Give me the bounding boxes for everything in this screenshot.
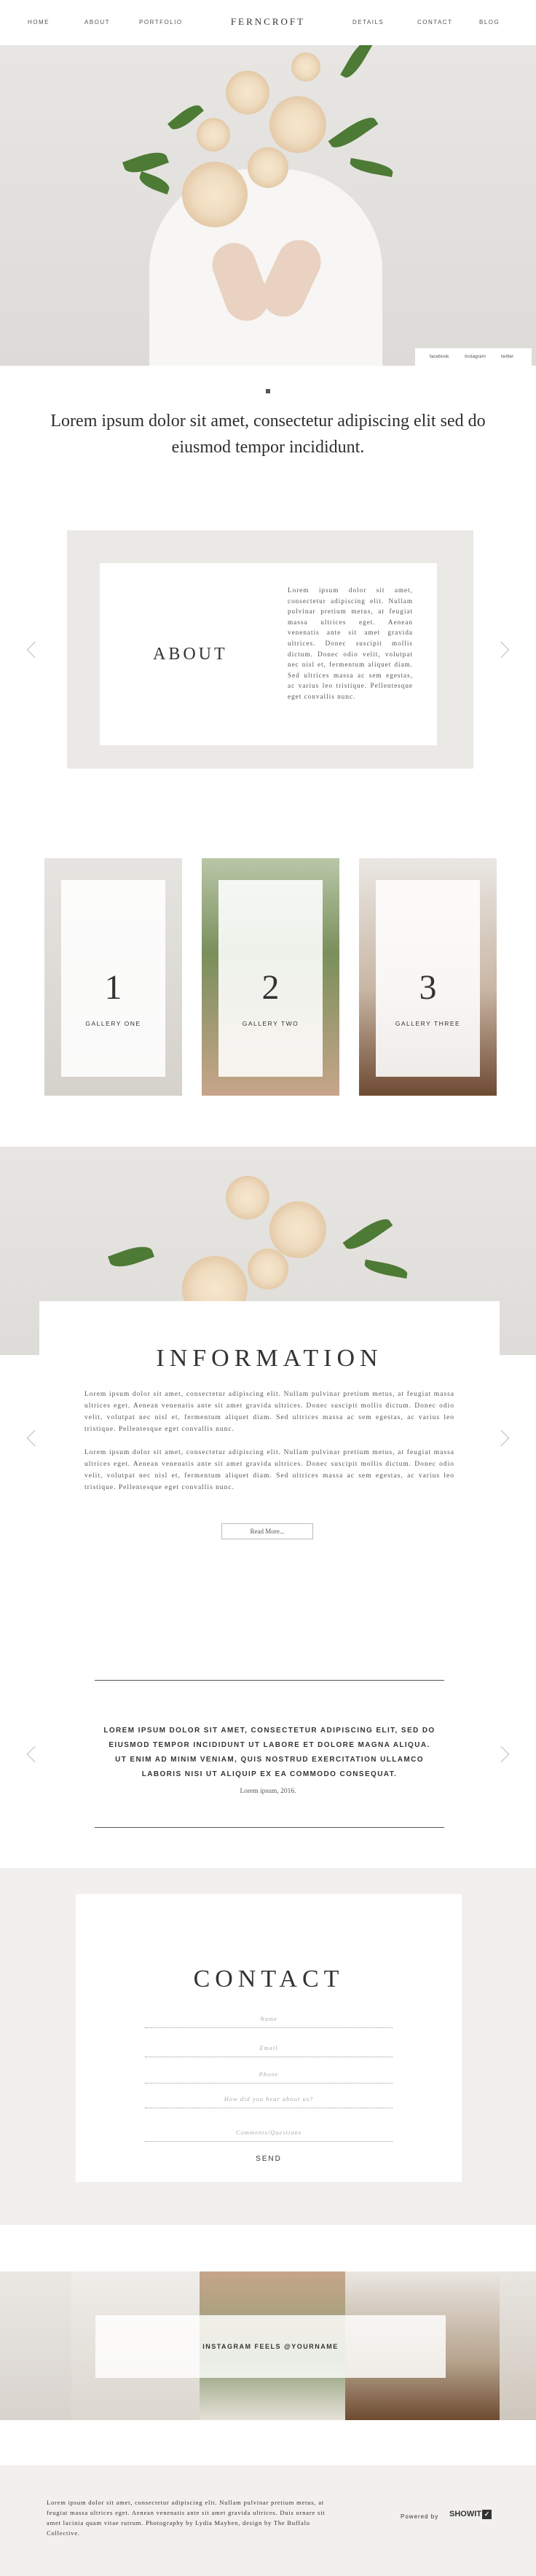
gallery-number: 2 [261,968,280,1007]
hero-bouquet [122,45,394,235]
gallery-number: 1 [104,968,122,1007]
social-links: facebook Instagram twitter [415,348,532,366]
instagram-label[interactable]: INSTAGRAM FEELS @YOURNAME [95,2343,446,2350]
field-placeholder: How did you hear about us? [224,2095,314,2102]
gallery-label: GALLERY THREE [395,1020,461,1027]
site-brand[interactable]: FERNCROFT [0,16,536,28]
comments-field[interactable]: Comments/Questions [145,2126,393,2142]
field-placeholder: Email [259,2044,278,2051]
send-button[interactable]: SEND [76,2155,462,2163]
showit-logo[interactable]: SHOWIT ✓ [449,2510,492,2519]
testimonial-quote: LOREM IPSUM DOLOR SIT AMET, CONSECTETUR … [103,1727,436,1778]
instagram-photo[interactable] [0,2271,71,2420]
showit-wordmark: SHOWIT [449,2510,481,2518]
footer: Lorem ipsum dolor sit amet, consectetur … [0,2465,536,2576]
gallery-label: GALLERY TWO [242,1020,299,1027]
information-title: INFORMATION [156,1345,383,1372]
name-field[interactable]: Name [145,2012,393,2028]
divider-line [95,1680,444,1681]
top-nav: HOME ABOUT PORTFOLIO FERNCROFT DETAILS C… [0,0,536,45]
nav-contact[interactable]: CONTACT [417,19,453,25]
nav-details[interactable]: DETAILS [352,19,384,25]
field-placeholder: Name [260,2015,277,2022]
gallery-three[interactable]: 3 GALLERY THREE [359,858,497,1096]
instagram-banner: INSTAGRAM FEELS @YOURNAME [95,2315,446,2378]
referral-field[interactable]: How did you hear about us? [145,2092,393,2108]
facebook-link[interactable]: facebook [430,354,449,359]
lead-statement: Lorem ipsum dolor sit amet, consectetur … [50,412,486,457]
information-card: INFORMATION Lorem ipsum dolor sit amet, … [39,1301,500,1578]
instagram-photo[interactable] [500,2271,536,2420]
contact-title: CONTACT [193,1966,344,1992]
nav-blog[interactable]: BLOG [479,19,500,25]
powered-by-label: Powered by [401,2513,439,2520]
email-field[interactable]: Email [145,2041,393,2057]
gallery-one[interactable]: 1 GALLERY ONE [44,858,182,1096]
divider-dot [266,389,270,393]
gallery-label: GALLERY ONE [85,1020,141,1027]
chevron-right-icon[interactable] [492,1746,510,1763]
phone-field[interactable]: Phone [145,2068,393,2084]
chevron-right-icon[interactable] [492,641,510,659]
chevron-left-icon[interactable] [26,641,44,659]
footer-text: Lorem ipsum dolor sit amet, consectetur … [47,2499,326,2537]
about-text: Lorem ipsum dolor sit amet, consectetur … [288,586,413,700]
information-paragraph: Lorem ipsum dolor sit amet, consectetur … [84,1391,454,1433]
divider-line [95,1827,444,1828]
about-title: ABOUT [153,645,228,664]
gallery-two[interactable]: 2 GALLERY TWO [202,858,339,1096]
instagram-link[interactable]: Instagram [465,354,486,359]
contact-form: CONTACT Name Email Phone How did you hea… [76,1894,462,2182]
hero-image [0,45,536,366]
chevron-left-icon[interactable] [26,1746,44,1763]
testimonial-author: Lorem ipsum, 2016. [240,1788,296,1795]
field-placeholder: Comments/Questions [235,2129,302,2136]
gallery-number: 3 [419,968,437,1007]
read-more-button[interactable]: Read More... [221,1523,313,1539]
twitter-link[interactable]: twitter [501,354,513,359]
showit-logo-icon: ✓ [482,2510,492,2519]
information-paragraph: Lorem ipsum dolor sit amet, consectetur … [84,1449,454,1491]
field-placeholder: Phone [259,2070,279,2078]
